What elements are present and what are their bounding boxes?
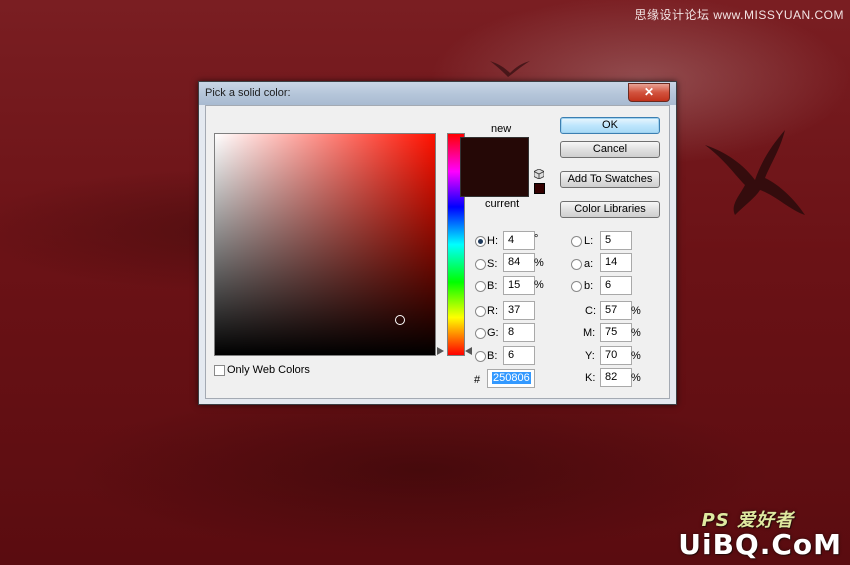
blue-radio[interactable]	[475, 351, 486, 362]
color-libraries-button[interactable]: Color Libraries	[560, 201, 660, 218]
hue-slider-right-arrow-icon[interactable]	[465, 347, 472, 355]
cyan-unit: %	[631, 305, 641, 317]
current-label: current	[485, 198, 520, 210]
brightness-label: B:	[487, 280, 498, 292]
red-input[interactable]: 37	[503, 301, 535, 320]
brightness-unit: %	[534, 279, 544, 291]
lab-a-radio[interactable]	[571, 259, 582, 270]
dialog-client-area: new current OK Cancel Add To Swatches Co…	[205, 105, 670, 399]
lab-l-label: L:	[584, 235, 594, 247]
lab-b-radio[interactable]	[571, 281, 582, 292]
lab-a-label: a:	[584, 258, 594, 270]
lab-b-input[interactable]: 6	[600, 276, 632, 295]
red-radio[interactable]	[475, 306, 486, 317]
web-safe-swatch[interactable]	[534, 183, 545, 194]
hue-label: H:	[487, 235, 498, 247]
lab-a-input[interactable]: 14	[600, 253, 632, 272]
yellow-unit: %	[631, 350, 641, 362]
cancel-button[interactable]: Cancel	[560, 141, 660, 158]
black-unit: %	[631, 372, 641, 384]
saturation-label: S:	[487, 258, 498, 270]
ok-button[interactable]: OK	[560, 117, 660, 134]
black-input[interactable]: 82	[600, 368, 632, 387]
blue-label: B:	[487, 350, 498, 362]
red-label: R:	[487, 305, 498, 317]
hex-input[interactable]: 250806	[487, 369, 535, 388]
brightness-radio[interactable]	[475, 281, 486, 292]
cyan-label: C:	[585, 305, 596, 317]
hue-input[interactable]: 4	[503, 231, 535, 250]
hue-slider-left-arrow-icon[interactable]	[437, 347, 444, 355]
new-label: new	[491, 123, 512, 135]
out-of-gamut-cube-icon[interactable]	[534, 169, 544, 179]
saturation-unit: %	[534, 257, 544, 269]
green-label: G:	[487, 327, 499, 339]
watermark-text: UiBQ.CoM	[678, 528, 842, 561]
magenta-input[interactable]: 75	[600, 323, 632, 342]
watermark-ps: PS 爱好者	[701, 510, 794, 531]
color-picker-dialog: Pick a solid color: ✕ new current OK Can…	[198, 81, 677, 405]
new-current-swatch[interactable]	[460, 137, 529, 197]
hue-unit: °	[534, 233, 539, 245]
green-radio[interactable]	[475, 328, 486, 339]
lab-b-label: b:	[584, 280, 594, 292]
background-watermark-top: 思缘设计论坛 www.MISSYUAN.COM	[634, 8, 844, 22]
color-field[interactable]	[214, 133, 436, 356]
yellow-label: Y:	[585, 350, 595, 362]
lab-l-radio[interactable]	[571, 236, 582, 247]
black-label: K:	[585, 372, 596, 384]
hex-value: 250806	[492, 372, 531, 384]
magenta-label: M:	[583, 327, 596, 339]
bird-silhouette	[705, 130, 805, 215]
only-web-colors-checkbox[interactable]	[214, 365, 225, 376]
dialog-titlebar: Pick a solid color: ✕	[199, 82, 676, 105]
dialog-title: Pick a solid color:	[205, 87, 291, 99]
cyan-input[interactable]: 57	[600, 301, 632, 320]
brightness-input[interactable]: 15	[503, 276, 535, 295]
hex-label: #	[474, 374, 481, 386]
saturation-input[interactable]: 84	[503, 253, 535, 272]
yellow-input[interactable]: 70	[600, 346, 632, 365]
lab-l-input[interactable]: 5	[600, 231, 632, 250]
background-watermark-bottom: PS 爱好者 UiBQ.CoM	[678, 510, 842, 561]
color-field-cursor[interactable]	[395, 315, 405, 325]
only-web-colors-label: Only Web Colors	[227, 364, 310, 376]
saturation-radio[interactable]	[475, 259, 486, 270]
blue-input[interactable]: 6	[503, 346, 535, 365]
magenta-unit: %	[631, 327, 641, 339]
add-to-swatches-button[interactable]: Add To Swatches	[560, 171, 660, 188]
green-input[interactable]: 8	[503, 323, 535, 342]
hue-radio[interactable]	[475, 236, 486, 247]
close-button[interactable]: ✕	[628, 83, 670, 102]
